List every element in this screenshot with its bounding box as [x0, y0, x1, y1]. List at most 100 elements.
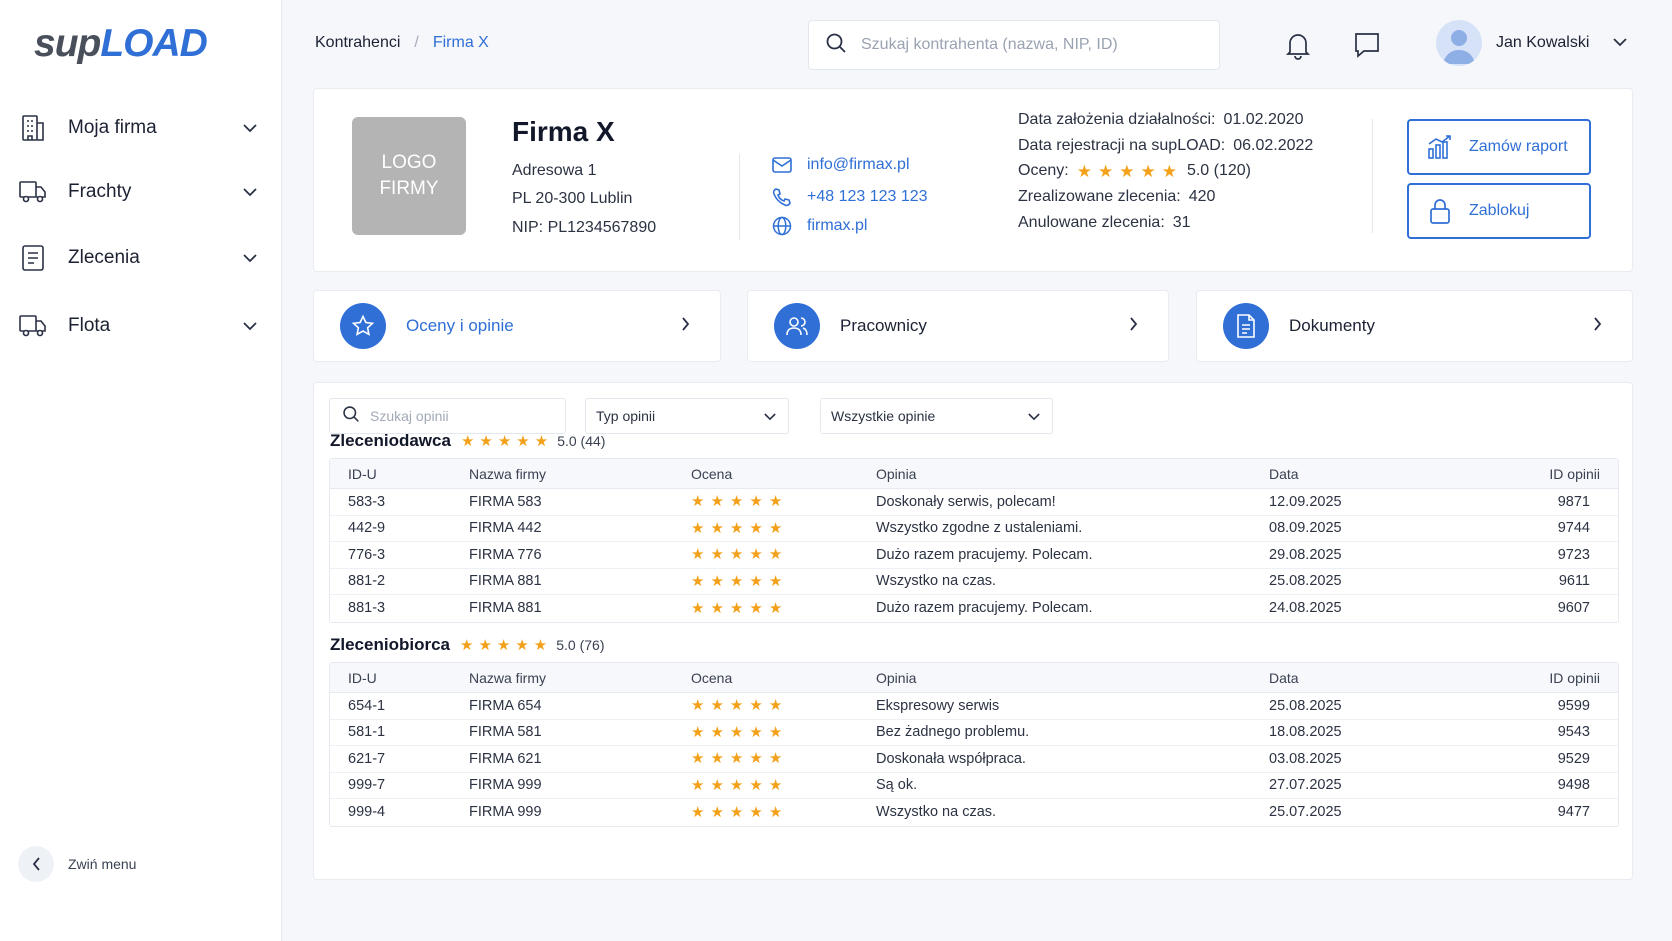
sidebar-item-label: Flota	[68, 315, 111, 336]
app-logo[interactable]: supLOAD	[34, 22, 208, 66]
breadcrumb-item-kontrahenci[interactable]: Kontrahenci	[315, 34, 400, 52]
sidebar-item-label: Frachty	[68, 181, 132, 202]
star-icon: ★	[691, 519, 705, 537]
opinion-search-input[interactable]	[370, 408, 560, 424]
cell-date: 27.07.2025	[1269, 777, 1342, 794]
cell-idu: 999-4	[348, 804, 386, 821]
sidebar-item-flota[interactable]: Flota	[18, 306, 260, 346]
chat-icon[interactable]	[1350, 28, 1384, 62]
star-icon: ★	[516, 432, 530, 450]
chevron-down-icon	[1028, 408, 1040, 424]
divider	[739, 154, 740, 240]
opinion-type-select[interactable]: Typ opinii	[585, 398, 789, 434]
star-icon: ★	[479, 432, 493, 450]
ratings-summary: Oceny: ★ ★ ★ ★ ★ 5.0 (120)	[1018, 161, 1251, 181]
star-icon: ★	[749, 546, 763, 564]
star-icon: ★	[691, 776, 705, 794]
sidebar-item-zlecenia[interactable]: Zlecenia	[18, 238, 260, 278]
contractor-search	[808, 20, 1220, 70]
table-row[interactable]: 581-1 FIRMA 581 ★ ★ ★ ★ ★ Bez żadnego problemu.…	[330, 720, 1618, 746]
star-icon: ★	[710, 572, 724, 590]
collapse-menu-button[interactable]: Zwiń menu	[18, 846, 136, 882]
row-star-rating: ★ ★ ★ ★ ★	[691, 595, 788, 622]
sidebar-item-frachty[interactable]: Frachty	[18, 172, 260, 212]
row-star-rating: ★ ★ ★ ★ ★	[691, 746, 788, 772]
building-icon	[18, 113, 48, 143]
star-icon: ★	[691, 493, 705, 511]
column-header: ID opinii	[1549, 465, 1600, 482]
star-icon: ★	[710, 493, 724, 511]
star-rating: ★ ★ ★ ★ ★	[461, 434, 553, 449]
chevron-right-icon	[681, 316, 690, 336]
mail-icon	[771, 157, 793, 173]
all-opinions-select[interactable]: Wszystkie opinie	[820, 398, 1053, 434]
cell-id: 9607	[1557, 600, 1590, 617]
cell-opinion: Wszystko zgodne z ustaleniami.	[876, 520, 1083, 537]
company-email-link[interactable]: info@firmax.pl	[771, 156, 910, 174]
column-header: ID opinii	[1549, 669, 1600, 686]
column-header: Nazwa firmy	[469, 465, 547, 482]
star-icon: ★	[749, 776, 763, 794]
bell-icon[interactable]	[1281, 28, 1315, 62]
lock-icon	[1425, 197, 1455, 225]
cell-id: 9477	[1557, 804, 1590, 821]
cell-idu: 583-3	[348, 493, 386, 510]
column-header: ID-U	[348, 465, 377, 482]
chevron-down-icon	[764, 408, 776, 424]
table-row[interactable]: 881-3 FIRMA 881 ★ ★ ★ ★ ★ Dużo razem pracujemy.…	[330, 595, 1618, 622]
cell-opinion: Bez żadnego problemu.	[876, 724, 1030, 741]
tab-pracownicy[interactable]: Pracownicy	[747, 290, 1169, 362]
star-icon: ★	[691, 572, 705, 590]
star-icon: ★	[768, 803, 783, 821]
cell-opinion: Dużo razem pracujemy. Polecam.	[876, 546, 1093, 563]
table-row[interactable]: 442-9 FIRMA 442 ★ ★ ★ ★ ★ Wszystko zgodne z ust…	[330, 516, 1618, 542]
star-icon: ★	[749, 750, 763, 768]
cell-idu: 881-3	[348, 600, 386, 617]
row-star-rating: ★ ★ ★ ★ ★	[691, 489, 788, 515]
chevron-right-icon	[1129, 316, 1138, 336]
star-icon: ★	[729, 519, 744, 537]
search-input[interactable]	[861, 36, 1201, 54]
opinions-panel: Typ opinii Wszystkie opinie Zleceniodawc…	[313, 382, 1633, 880]
column-header: Nazwa firmy	[469, 669, 547, 686]
company-website-link[interactable]: firmax.pl	[771, 216, 867, 236]
table-row[interactable]: 881-2 FIRMA 881 ★ ★ ★ ★ ★ Wszystko na czas. 25.0…	[330, 569, 1618, 595]
row-star-rating: ★ ★ ★ ★ ★	[691, 693, 788, 719]
star-icon: ★	[749, 572, 763, 590]
cell-idu: 654-1	[348, 697, 386, 714]
star-icon: ★	[749, 803, 763, 821]
cell-company: FIRMA 581	[469, 724, 542, 741]
table-row[interactable]: 999-7 FIRMA 999 ★ ★ ★ ★ ★ Są ok. 27.07.2025 9498	[330, 773, 1618, 799]
table-row[interactable]: 776-3 FIRMA 776 ★ ★ ★ ★ ★ Dużo razem pracujemy.…	[330, 542, 1618, 569]
star-icon: ★	[1119, 161, 1135, 181]
star-rating: ★ ★ ★ ★ ★	[460, 638, 552, 653]
sidebar-item-moja-firma[interactable]: Moja firma	[18, 108, 260, 148]
table-row[interactable]: 999-4 FIRMA 999 ★ ★ ★ ★ ★ Wszystko na czas. 25.0…	[330, 799, 1618, 826]
table-row[interactable]: 621-7 FIRMA 621 ★ ★ ★ ★ ★ Doskonała współpraca.…	[330, 746, 1618, 773]
file-icon	[1223, 303, 1269, 349]
cell-id: 9744	[1557, 520, 1590, 537]
order-report-button[interactable]: Zamów raport	[1407, 119, 1591, 175]
table-row[interactable]: 654-1 FIRMA 654 ★ ★ ★ ★ ★ Ekspresowy serwis 25.0…	[330, 693, 1618, 720]
cell-date: 25.08.2025	[1269, 697, 1342, 714]
star-icon: ★	[691, 546, 705, 564]
star-icon: ★	[496, 636, 511, 654]
column-header: Data	[1269, 669, 1299, 686]
star-icon: ★	[710, 599, 724, 617]
star-icon: ★	[768, 723, 783, 741]
star-icon: ★	[729, 723, 744, 741]
block-button[interactable]: Zablokuj	[1407, 183, 1591, 239]
star-icon: ★	[729, 776, 744, 794]
section-title: Zleceniodawca ★ ★ ★ ★ ★ 5.0 (44)	[330, 431, 606, 450]
table-row[interactable]: 583-3 FIRMA 583 ★ ★ ★ ★ ★ Doskonały serwis, pol…	[330, 489, 1618, 516]
star-icon: ★	[768, 776, 783, 794]
star-icon: ★	[691, 697, 705, 715]
tab-oceny-i-opinie[interactable]: Oceny i opinie	[313, 290, 721, 362]
user-menu[interactable]: Jan Kowalski	[1436, 20, 1628, 66]
tab-dokumenty[interactable]: Dokumenty	[1196, 290, 1633, 362]
company-phone-link[interactable]: +48 123 123 123	[771, 187, 928, 207]
cell-date: 29.08.2025	[1269, 546, 1342, 563]
registered-date: Data rejestracji na supLOAD: 06.02.2022	[1018, 137, 1314, 154]
star-icon: ★	[1140, 161, 1156, 181]
star-icon: ★	[710, 519, 724, 537]
